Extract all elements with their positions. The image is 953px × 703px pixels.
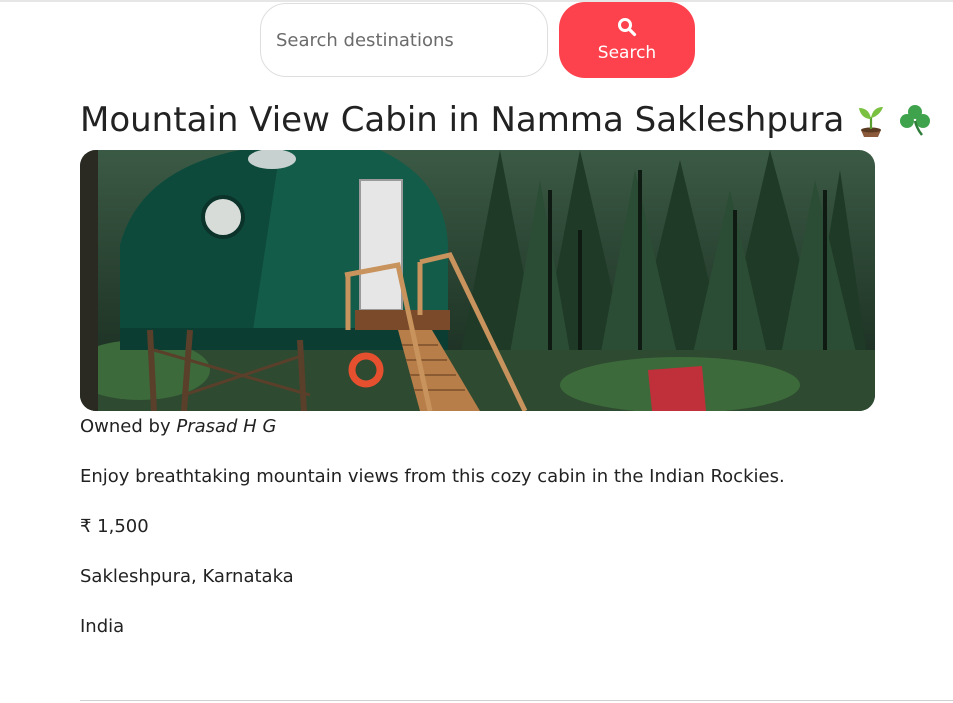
search-input[interactable] [260,3,548,77]
shamrock-emoji-icon [900,105,931,136]
listing-location: Sakleshpura, Karnataka [80,566,294,587]
search-bar: Search [260,2,695,78]
seedling-emoji-icon [859,107,884,137]
owner-line: Owned by Prasad H G [80,416,276,437]
listing-price: ₹ 1,500 [80,516,149,537]
magnifying-glass-icon [618,18,637,37]
cabin-forest-photo [80,150,875,411]
search-button-label: Search [597,43,657,63]
listing-title: Mountain View Cabin in Namma Sakleshpura [80,100,932,140]
listing-title-text: Mountain View Cabin in Namma Sakleshpura [80,100,845,140]
listing-description: Enjoy breathtaking mountain views from t… [80,466,785,487]
search-button[interactable]: Search [559,2,695,78]
divider [80,700,953,701]
owner-prefix: Owned by [80,416,171,437]
listing-image [80,150,875,411]
owner-name: Prasad H G [176,416,277,437]
listing-country: India [80,616,125,637]
